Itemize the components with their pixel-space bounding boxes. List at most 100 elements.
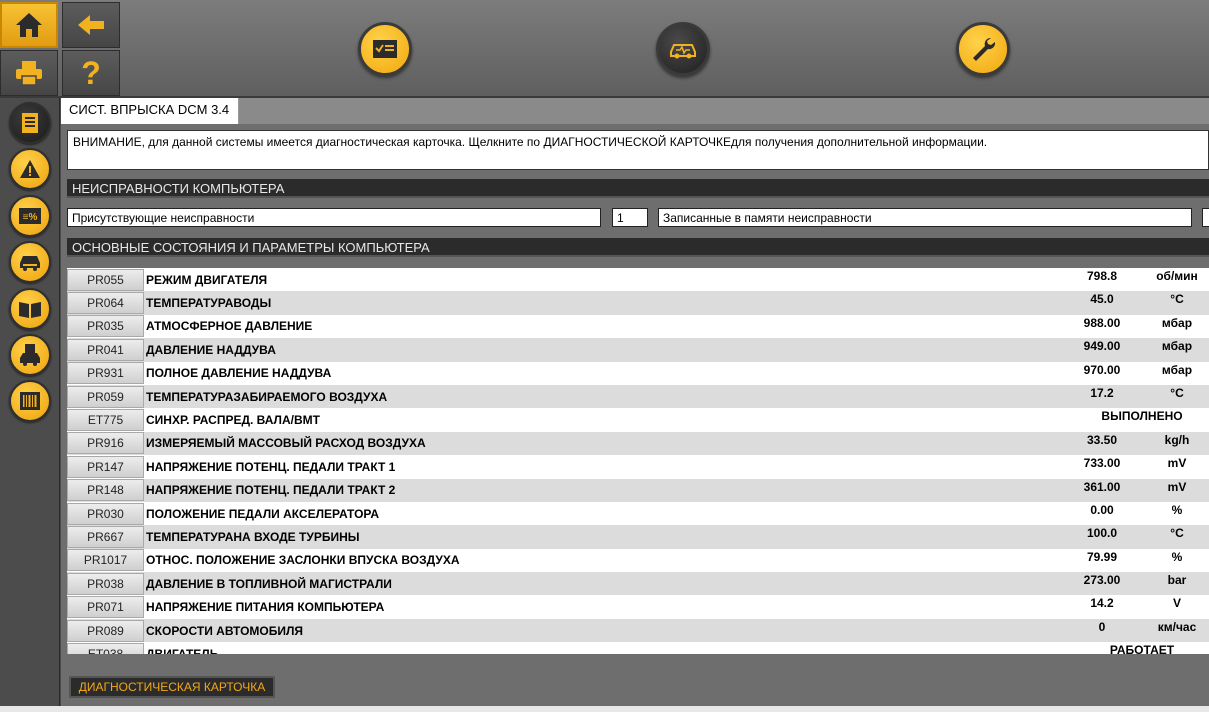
document-icon	[22, 113, 38, 133]
table-row: PR1017 ОТНОС. ПОЛОЖЕНИЕ ЗАСЛОНКИ ВПУСКА В…	[67, 548, 1209, 573]
parameter-unit: bar	[1167, 573, 1187, 588]
present-faults-count: 1	[612, 208, 648, 227]
sidebar-item-faults[interactable]	[9, 148, 51, 190]
parameter-code-button[interactable]: PR916	[67, 432, 144, 455]
checklist-icon	[373, 40, 397, 58]
parameter-unit: %	[1171, 502, 1183, 517]
checklist-button[interactable]	[358, 22, 412, 76]
parameter-value: 949.00	[1083, 339, 1121, 354]
parameter-code-button[interactable]: PR064	[67, 292, 144, 315]
parameter-code-button[interactable]: PR667	[67, 525, 144, 548]
parameter-code-button[interactable]: PR038	[67, 572, 144, 595]
tab-strip	[239, 98, 1209, 124]
parameter-code-button[interactable]: PR147	[67, 455, 144, 478]
vehicle-diagnostic-button[interactable]	[656, 22, 710, 76]
parameter-unit: °C	[1170, 526, 1184, 541]
tools-button[interactable]	[956, 22, 1010, 76]
table-row: PR931 ПОЛНОЕ ДАВЛЕНИЕ НАДДУВА 970.00 мбар	[67, 361, 1209, 385]
parameter-name: НАПРЯЖЕНИЕ ПОТЕНЦ. ПЕДАЛИ ТРАКТ 1	[146, 459, 396, 474]
parameters-section-header: ОСНОВНЫЕ СОСТОЯНИЯ И ПАРАМЕТРЫ КОМПЬЮТЕР…	[67, 238, 1209, 257]
parameter-unit: км/час	[1157, 619, 1197, 634]
bottom-strip	[0, 706, 1209, 712]
sidebar-item-vehicle-status[interactable]	[9, 241, 51, 283]
home-button[interactable]	[0, 2, 58, 48]
parameter-code-button[interactable]: ET775	[67, 409, 144, 432]
parameter-value: 273.00	[1083, 573, 1121, 588]
parameter-code-button[interactable]: PR931	[67, 362, 144, 385]
parameter-unit: mV	[1167, 456, 1187, 471]
parameters-table: PR055 РЕЖИМ ДВИГАТЕЛЯ 798.8 об/мин PR064 ТЕМП…	[67, 268, 1209, 654]
parameter-name: ОТНОС. ПОЛОЖЕНИЕ ЗАСЛОНКИ ВПУСКА ВОЗДУХА	[146, 553, 460, 568]
help-icon: ?	[81, 54, 101, 91]
parameter-code-button[interactable]: PR041	[67, 338, 144, 361]
parameter-code-button[interactable]: PR148	[67, 479, 144, 502]
car-save-icon	[20, 344, 40, 366]
present-faults-field[interactable]: Присутствующие неисправности	[67, 208, 601, 227]
tab-injection-system[interactable]: СИСТ. ВПРЫСКА DCM 3.4	[61, 98, 239, 124]
parameter-name: ПОЛНОЕ ДАВЛЕНИЕ НАДДУВА	[146, 366, 332, 381]
parameter-name: НАПРЯЖЕНИЕ ПОТЕНЦ. ПЕДАЛИ ТРАКТ 2	[146, 483, 396, 498]
help-button[interactable]: ?	[62, 50, 120, 96]
parameter-code-button[interactable]: PR055	[67, 268, 144, 291]
print-button[interactable]	[0, 50, 58, 96]
sidebar-item-barcode[interactable]	[9, 380, 51, 422]
parameter-value: 17.2	[1090, 385, 1114, 400]
left-sidebar: ≡%	[0, 98, 60, 712]
sidebar-item-parameters[interactable]: ≡%	[9, 195, 51, 237]
parameter-name: ТЕМПЕРАТУРАНА ВХОДЕ ТУРБИНЫ	[146, 529, 360, 544]
table-row: PR041 ДАВЛЕНИЕ НАДДУВА 949.00 мбар	[67, 338, 1209, 362]
table-row: PR059 ТЕМПЕРАТУРАЗАБИРАЕМОГО ВОЗДУХА 17.2 °…	[67, 384, 1209, 409]
sidebar-item-manual[interactable]	[9, 288, 51, 330]
parameter-name: НАПРЯЖЕНИЕ ПИТАНИЯ КОМПЬЮТЕРА	[146, 600, 385, 615]
table-row: PR667 ТЕМПЕРАТУРАНА ВХОДЕ ТУРБИНЫ 100.0 °C	[67, 525, 1209, 549]
parameter-code-button[interactable]: PR071	[67, 596, 144, 619]
parameter-name: СИНХР. РАСПРЕД. ВАЛА/ВМТ	[146, 413, 320, 428]
parameter-value: 14.2	[1090, 596, 1114, 611]
parameter-name: ПОЛОЖЕНИЕ ПЕДАЛИ АКСЕЛЕРАТОРА	[146, 506, 380, 521]
parameter-status: ВЫПОЛНЕНО	[1101, 409, 1183, 424]
table-row: PR071 НАПРЯЖЕНИЕ ПИТАНИЯ КОМПЬЮТЕРА 14.2 V	[67, 595, 1209, 619]
parameter-unit: об/мин	[1156, 269, 1198, 283]
diagnostic-card-button[interactable]: ДИАГНОСТИЧЕСКАЯ КАРТОЧКА	[69, 676, 275, 698]
svg-text:≡%: ≡%	[23, 212, 38, 223]
wrench-icon	[973, 37, 996, 61]
parameter-code-button[interactable]: PR089	[67, 619, 144, 642]
table-row: PR064 ТЕМПЕРАТУРАВОДЫ 45.0 °C	[67, 291, 1209, 315]
table-row: PR055 РЕЖИМ ДВИГАТЕЛЯ 798.8 об/мин	[67, 268, 1209, 292]
parameter-status: РАБОТАЕТ	[1109, 643, 1175, 654]
parameter-unit: %	[1171, 549, 1183, 564]
sidebar-item-save-vehicle[interactable]	[9, 334, 51, 376]
parameter-value: 361.00	[1083, 479, 1121, 494]
parameter-unit: kg/h	[1164, 432, 1190, 447]
parameter-unit: °C	[1170, 385, 1184, 400]
parameter-unit: mV	[1167, 479, 1187, 494]
back-button[interactable]	[62, 2, 120, 48]
table-row: ET038 ДВИГАТЕЛЬ РАБОТАЕТ	[67, 642, 1209, 654]
stored-faults-field[interactable]: Записанные в памяти неисправности	[658, 208, 1192, 227]
home-icon	[16, 13, 42, 37]
diagnostic-card-notice: ВНИМАНИЕ, для данной системы имеется диа…	[67, 130, 1209, 170]
parameter-name: АТМОСФЕРНОЕ ДАВЛЕНИЕ	[146, 319, 313, 334]
table-row: PR038 ДАВЛЕНИЕ В ТОПЛИВНОЙ МАГИСТРАЛИ 273.…	[67, 572, 1209, 596]
parameter-value: 988.00	[1083, 315, 1121, 330]
parameter-code-button[interactable]: PR030	[67, 502, 144, 525]
parameter-code-button[interactable]: PR1017	[67, 549, 144, 572]
table-row: PR089 СКОРОСТИ АВТОМОБИЛЯ 0 км/час	[67, 618, 1209, 643]
print-icon	[16, 61, 42, 86]
gauge-percent-icon: ≡%	[19, 208, 41, 224]
parameter-value: 0	[1098, 619, 1106, 634]
back-icon	[78, 15, 104, 35]
table-row: PR147 НАПРЯЖЕНИЕ ПОТЕНЦ. ПЕДАЛИ ТРАКТ 1 73…	[67, 455, 1209, 479]
parameter-value: 733.00	[1083, 456, 1121, 471]
sidebar-item-document[interactable]	[9, 102, 51, 144]
parameter-value: 0.00	[1090, 502, 1114, 517]
parameter-code-button[interactable]: PR035	[67, 315, 144, 338]
parameter-name: СКОРОСТИ АВТОМОБИЛЯ	[146, 623, 304, 638]
manual-book-icon	[19, 302, 41, 318]
parameter-code-button[interactable]: PR059	[67, 385, 144, 408]
barcode-icon	[20, 392, 40, 410]
parameter-value: 100.0	[1086, 526, 1118, 541]
parameter-name: ИЗМЕРЯЕМЫЙ МАССОВЫЙ РАСХОД ВОЗДУХА	[146, 436, 426, 451]
parameter-code-button[interactable]: ET038	[67, 642, 144, 654]
faults-section-header: НЕИСПРАВНОСТИ КОМПЬЮТЕРА	[67, 179, 1209, 198]
